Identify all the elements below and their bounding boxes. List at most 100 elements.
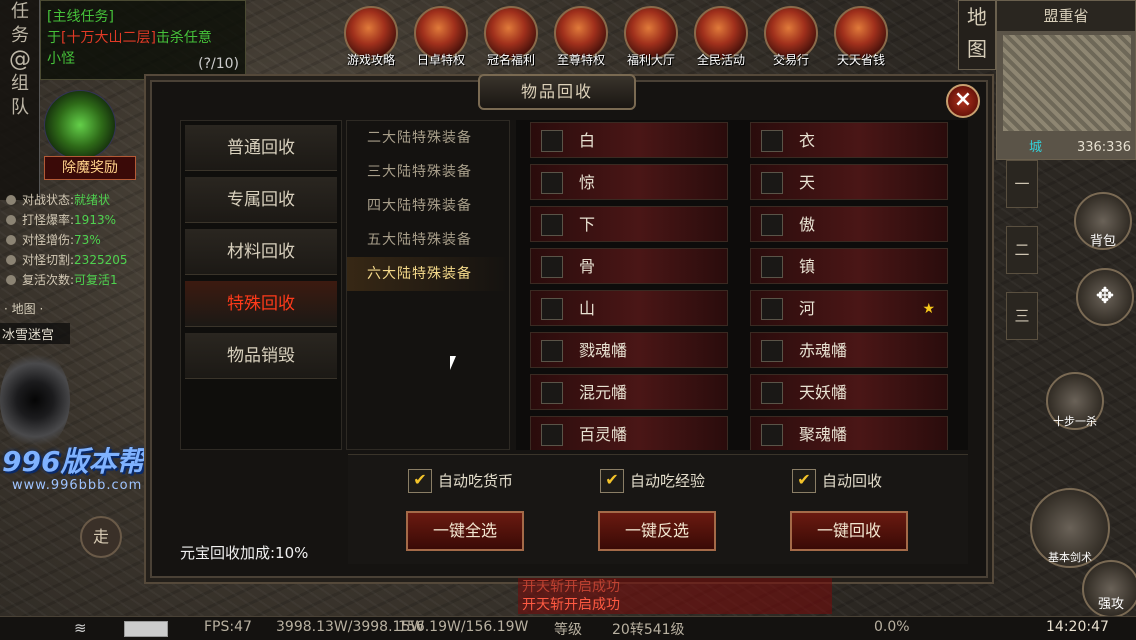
item-checkbox[interactable] bbox=[541, 424, 563, 446]
item-checkbox[interactable] bbox=[761, 424, 783, 446]
auto-exp-checkbox[interactable]: 自动吃经验 bbox=[600, 469, 705, 493]
move-cross-icon[interactable]: ✥ bbox=[1076, 268, 1134, 326]
item-checkbox[interactable] bbox=[541, 256, 563, 278]
item-row[interactable]: 白 bbox=[530, 122, 728, 158]
select-all-button[interactable]: 一键全选 bbox=[406, 511, 524, 551]
item-row[interactable]: 天 bbox=[750, 164, 948, 200]
category-destroy[interactable]: 物品销毁 bbox=[185, 333, 337, 379]
map-button[interactable]: 地图 bbox=[958, 0, 996, 70]
minimap-coordinates: 336:336 bbox=[1076, 140, 1131, 155]
stat-row: 复活次数:可复活1 bbox=[0, 270, 160, 290]
stat-row: 对战状态:就绪状 bbox=[0, 190, 160, 210]
stat-row: 打怪爆率:1913% bbox=[0, 210, 160, 230]
subcategory-item[interactable]: 四大陆特殊装备 bbox=[347, 189, 509, 223]
category-list: 普通回收 专属回收 材料回收 特殊回收 物品销毁 bbox=[180, 120, 342, 450]
fps-readout: FPS:47 bbox=[204, 619, 252, 635]
title-welfare-icon-button[interactable]: 冠名福利 bbox=[480, 6, 542, 70]
item-checkbox[interactable] bbox=[761, 172, 783, 194]
item-row[interactable]: 山 bbox=[530, 290, 728, 326]
item-checkbox[interactable] bbox=[541, 214, 563, 236]
subcategory-item[interactable]: 二大陆特殊装备 bbox=[347, 121, 509, 155]
item-row[interactable]: 衣 bbox=[750, 122, 948, 158]
tab-team-char2[interactable]: 队 bbox=[0, 96, 40, 120]
trading-icon-button[interactable]: 交易行 bbox=[760, 6, 822, 70]
quest-progress: (?/10) bbox=[198, 56, 239, 72]
subcategory-item[interactable]: 三大陆特殊装备 bbox=[347, 155, 509, 189]
item-checkbox[interactable] bbox=[761, 256, 783, 278]
mp-readout: 156.19W/156.19W bbox=[398, 619, 529, 635]
subcategory-list: 二大陆特殊装备 三大陆特殊装备 四大陆特殊装备 五大陆特殊装备 六大陆特殊装备 bbox=[346, 120, 510, 450]
item-row[interactable]: 惊 bbox=[530, 164, 728, 200]
walk-toggle-button[interactable]: 走 bbox=[80, 516, 122, 558]
item-checkbox[interactable] bbox=[541, 130, 563, 152]
item-checkbox[interactable] bbox=[541, 172, 563, 194]
item-row[interactable]: 戮魂幡 bbox=[530, 332, 728, 368]
ingot-recycle-bonus: 元宝回收加成:10% bbox=[180, 544, 309, 562]
close-icon[interactable]: × bbox=[946, 84, 980, 118]
quest-line-1: 于[十万大山二层]击杀任意 bbox=[47, 30, 212, 46]
item-row[interactable]: 百灵幡 bbox=[530, 416, 728, 450]
item-checkbox[interactable] bbox=[541, 298, 563, 320]
quest-tracker[interactable]: [主线任务] 于[十万大山二层]击杀任意 小怪 (?/10) bbox=[40, 0, 246, 80]
strong-attack-button[interactable]: 强攻 bbox=[1082, 560, 1136, 618]
auto-recycle-checkbox[interactable]: 自动回收 bbox=[792, 469, 882, 493]
basic-sword-skill-button[interactable]: 基本剑术 bbox=[1030, 488, 1110, 568]
bag-button[interactable]: 背包 bbox=[1074, 192, 1132, 250]
item-row[interactable]: 下 bbox=[530, 206, 728, 242]
tab-task-char1[interactable]: 任 bbox=[0, 0, 40, 24]
supreme-privilege-icon-button[interactable]: 至尊特权 bbox=[550, 6, 612, 70]
item-row[interactable]: 聚魂幡 bbox=[750, 416, 948, 450]
events-icon-button[interactable]: 全民活动 bbox=[690, 6, 752, 70]
quest-location: [十万大山二层] bbox=[61, 30, 156, 46]
item-checkbox[interactable] bbox=[541, 382, 563, 404]
auto-currency-checkbox[interactable]: 自动吃货币 bbox=[408, 469, 513, 493]
item-checkbox[interactable] bbox=[761, 298, 783, 320]
welfare-hall-icon-button[interactable]: 福利大厅 bbox=[620, 6, 682, 70]
minimap[interactable]: 盟重省 城 336:336 bbox=[996, 0, 1136, 160]
portal-vortex[interactable] bbox=[0, 350, 70, 450]
privilege-icon-button[interactable]: 日卓特权 bbox=[410, 6, 472, 70]
panel-title: 物品回收 bbox=[478, 74, 636, 110]
level-readout: 20转541级 bbox=[612, 622, 685, 638]
subcategory-item[interactable]: 五大陆特殊装备 bbox=[347, 223, 509, 257]
subcategory-item-active[interactable]: 六大陆特殊装备 bbox=[347, 257, 509, 291]
category-special[interactable]: 特殊回收 bbox=[185, 281, 337, 327]
right-tab-2[interactable]: 二 bbox=[1006, 226, 1038, 274]
item-checkbox[interactable] bbox=[761, 130, 783, 152]
quest-emblem-icon[interactable] bbox=[44, 90, 116, 160]
item-row[interactable]: 镇 bbox=[750, 248, 948, 284]
daily-savings-icon-button[interactable]: 天天省钱 bbox=[830, 6, 892, 70]
category-exclusive[interactable]: 专属回收 bbox=[185, 177, 337, 223]
item-row[interactable]: 天妖幡 bbox=[750, 374, 948, 410]
item-checkbox[interactable] bbox=[761, 382, 783, 404]
combat-stats: 对战状态:就绪状 打怪爆率:1913% 对怪增伤:73% 对怪切割:232520… bbox=[0, 190, 160, 290]
item-row[interactable]: 傲 bbox=[750, 206, 948, 242]
minimap-zone: 城 bbox=[1029, 140, 1043, 155]
star-icon: ★ bbox=[922, 301, 935, 317]
item-row[interactable]: 骨 bbox=[530, 248, 728, 284]
tab-task-char2[interactable]: 务 bbox=[0, 24, 40, 48]
system-chat: 开天斩开启成功 开天斩开启成功 bbox=[518, 578, 832, 614]
invert-selection-button[interactable]: 一键反选 bbox=[598, 511, 716, 551]
ten-step-skill-button[interactable]: 十步一杀 bbox=[1046, 372, 1104, 430]
tab-team-char1[interactable]: 组 bbox=[0, 72, 40, 96]
swirl-icon[interactable]: @ bbox=[0, 48, 40, 72]
left-side-tabs: 任 务 @ 组 队 bbox=[0, 0, 40, 200]
mouse-cursor-icon bbox=[450, 356, 456, 370]
guide-icon-button[interactable]: 游戏攻略 bbox=[340, 6, 402, 70]
minimap-terrain bbox=[1003, 35, 1131, 131]
right-tab-3[interactable]: 三 bbox=[1006, 292, 1038, 340]
demon-reward-button[interactable]: 除魔奖励 bbox=[44, 156, 136, 180]
category-normal[interactable]: 普通回收 bbox=[185, 125, 337, 171]
item-checkbox[interactable] bbox=[761, 340, 783, 362]
category-material[interactable]: 材料回收 bbox=[185, 229, 337, 275]
item-checkbox[interactable] bbox=[541, 340, 563, 362]
item-row[interactable]: 混元幡 bbox=[530, 374, 728, 410]
item-row[interactable]: 赤魂幡 bbox=[750, 332, 948, 368]
item-row[interactable]: 河 ★ bbox=[750, 290, 948, 326]
right-tab-strip: 一 二 三 bbox=[1006, 160, 1038, 358]
recycle-button[interactable]: 一键回收 bbox=[790, 511, 908, 551]
level-label: 等级 bbox=[554, 622, 582, 638]
item-checkbox[interactable] bbox=[761, 214, 783, 236]
right-tab-1[interactable]: 一 bbox=[1006, 160, 1038, 208]
